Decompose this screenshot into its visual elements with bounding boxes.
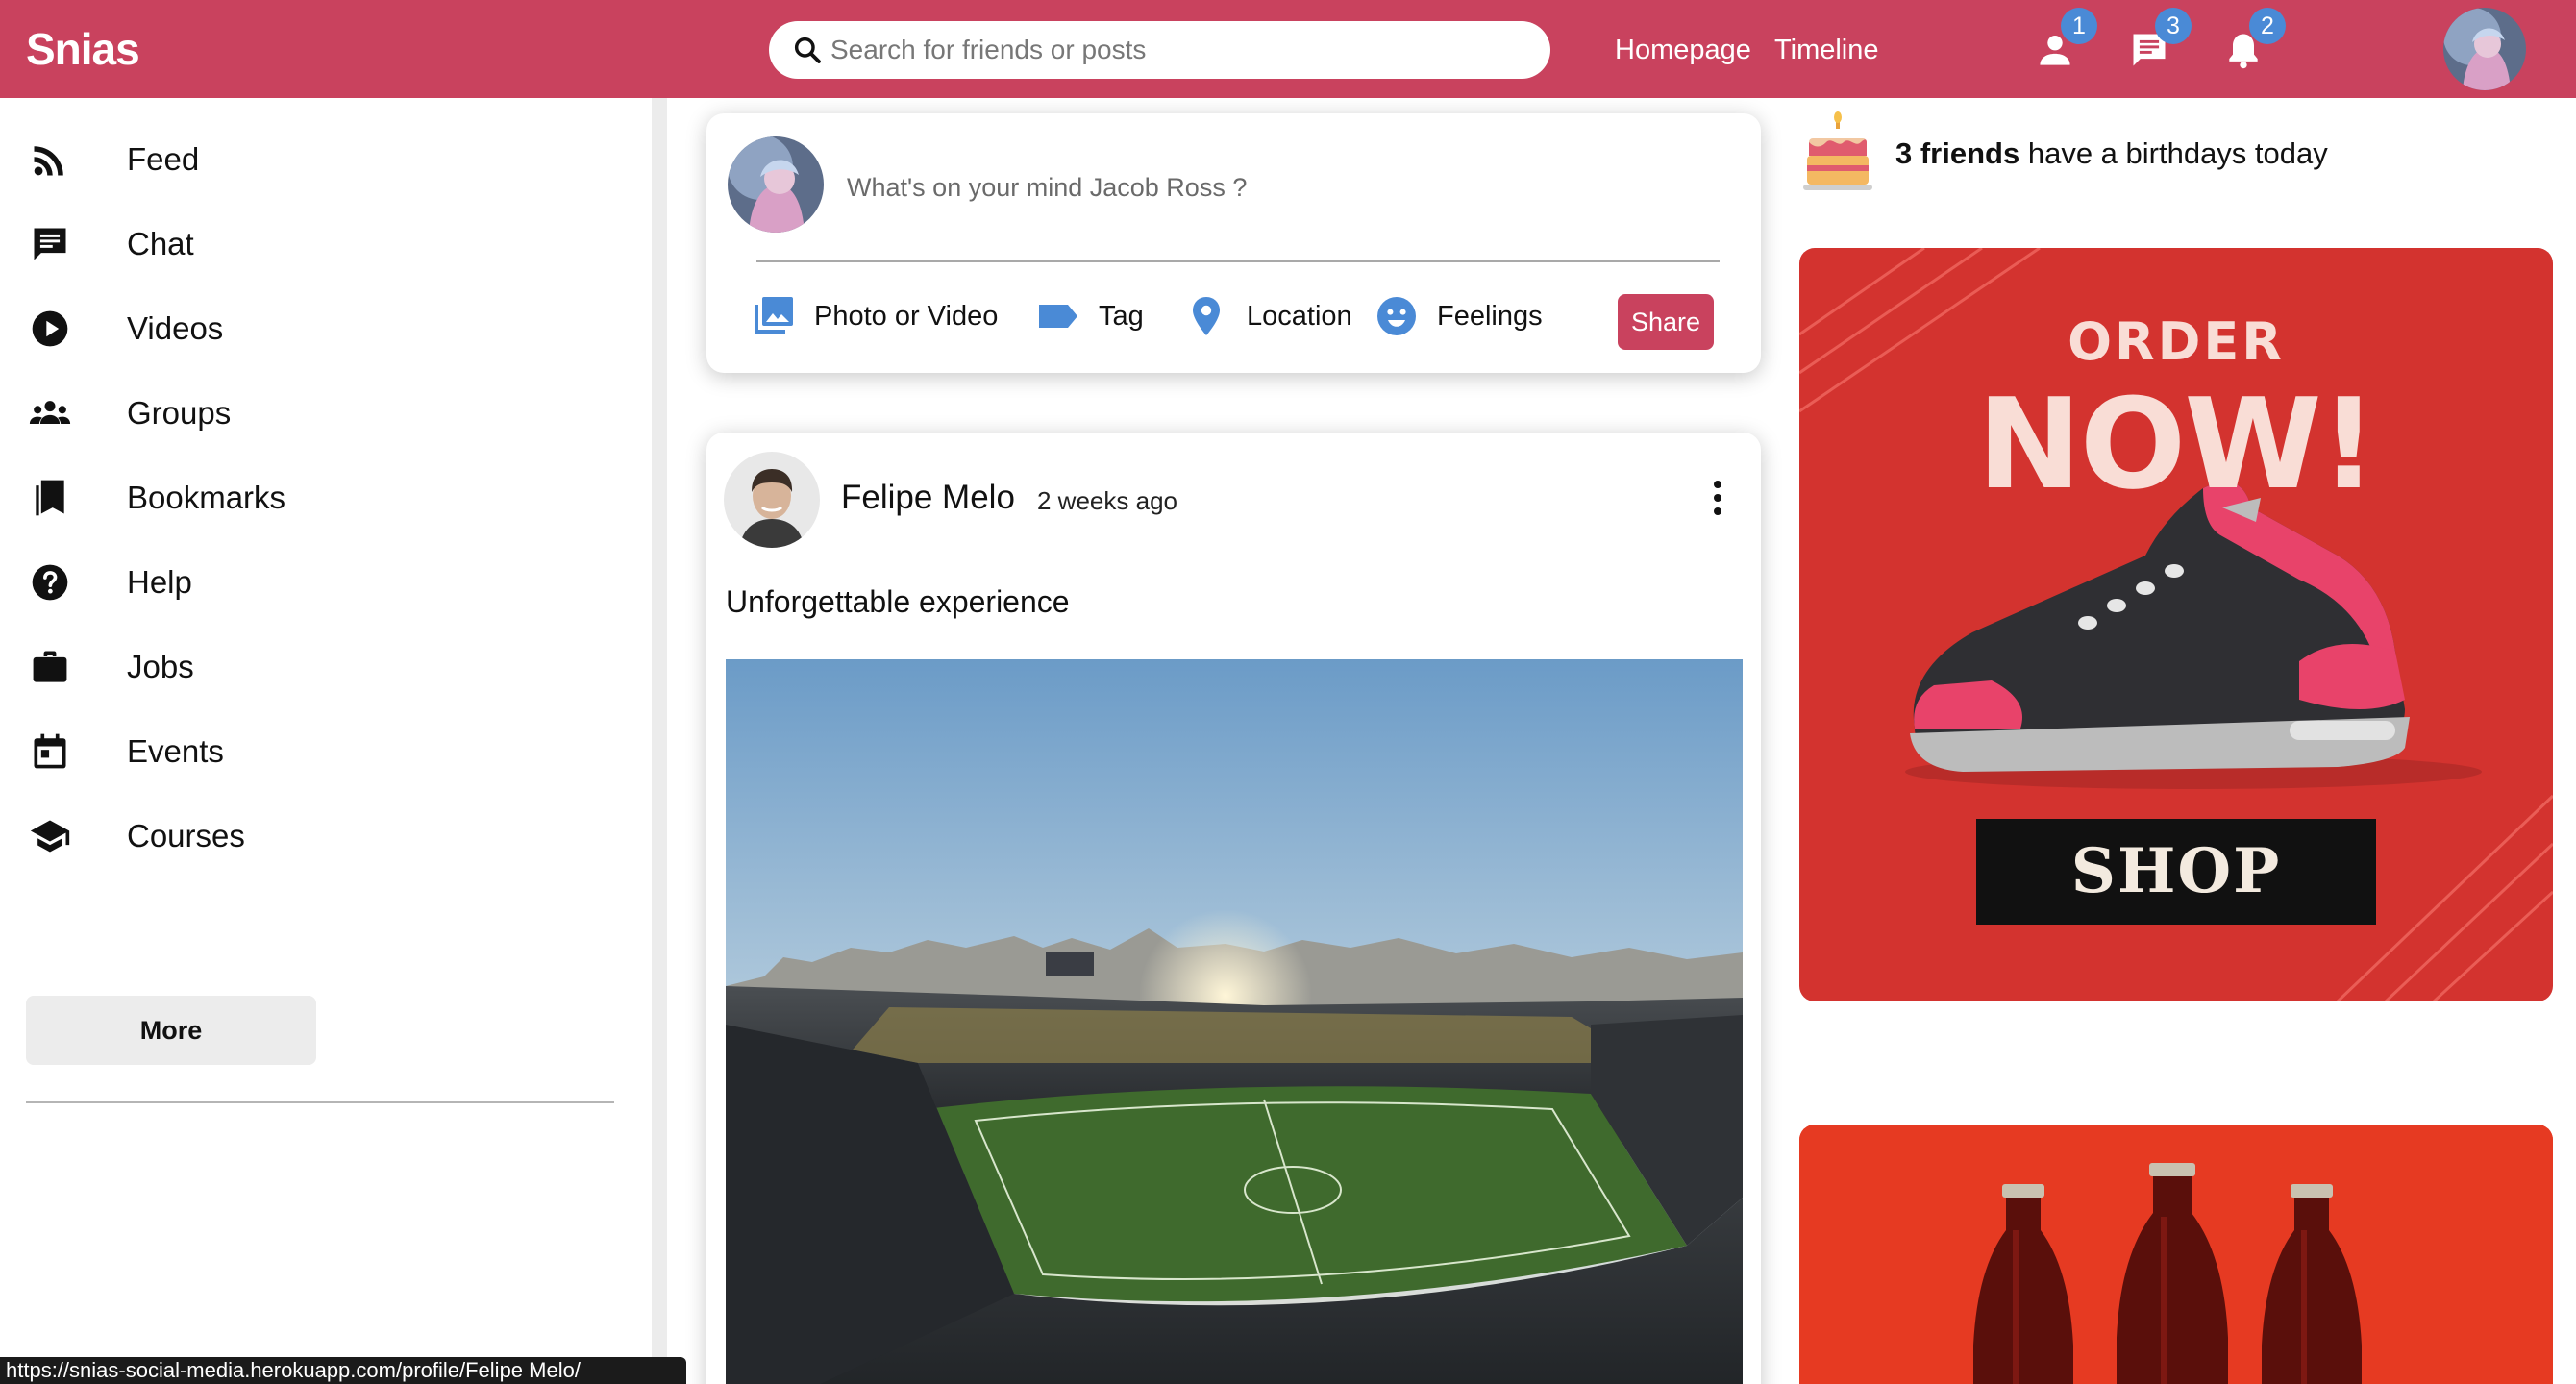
messages-button[interactable]: 3 — [2128, 8, 2192, 71]
composer-input[interactable] — [847, 163, 1712, 211]
tag-option[interactable]: Tag — [1035, 292, 1144, 340]
photo-video-option[interactable]: Photo or Video — [751, 292, 998, 340]
photo-library-icon — [751, 293, 797, 339]
sidebar-item-courses[interactable]: Courses — [27, 807, 604, 865]
soda-ad-banner[interactable] — [1799, 1124, 2553, 1384]
friend-requests-button[interactable]: 1 — [2034, 8, 2097, 71]
tag-label: Tag — [1099, 300, 1144, 332]
post-author-avatar[interactable] — [724, 452, 820, 548]
calendar-icon — [27, 729, 73, 775]
search-input[interactable] — [830, 29, 1523, 71]
graduation-cap-icon — [27, 813, 73, 859]
more-button[interactable]: More — [26, 996, 316, 1065]
feelings-option[interactable]: Feelings — [1374, 292, 1543, 340]
tag-icon — [1035, 293, 1081, 339]
sidebar-item-chat[interactable]: Chat — [27, 215, 604, 273]
search-bar[interactable] — [769, 21, 1550, 79]
post-card: Felipe Melo 2 weeks ago Unforgettable ex… — [706, 432, 1761, 1384]
birthday-message: have a birthdays today — [2019, 136, 2328, 170]
sidebar-item-jobs[interactable]: Jobs — [27, 638, 604, 696]
friend-requests-badge: 1 — [2061, 8, 2097, 44]
sidebar-item-bookmarks[interactable]: Bookmarks — [27, 469, 604, 527]
sidebar-item-label: Feed — [127, 141, 200, 177]
photo-video-label: Photo or Video — [814, 300, 999, 332]
notifications-badge: 2 — [2249, 8, 2286, 44]
post-text: Unforgettable experience — [726, 584, 1070, 619]
sidebar-item-videos[interactable]: Videos — [27, 300, 604, 358]
shoe-ad-banner[interactable]: ORDER NOW! SHOP — [1799, 248, 2553, 1001]
sidebar-item-label: Bookmarks — [127, 480, 286, 515]
app-logo[interactable]: Snias — [26, 23, 140, 75]
smiley-icon — [1374, 293, 1420, 339]
briefcase-icon — [27, 644, 73, 690]
birthday-notice: 3 friends have a birthdays today — [1895, 136, 2328, 171]
post-timestamp: 2 weeks ago — [1037, 486, 1177, 515]
composer-avatar-image — [728, 136, 824, 233]
ad-headline-order: ORDER — [2068, 311, 2285, 372]
sidebar-item-label: Groups — [127, 395, 232, 431]
sidebar-divider — [26, 1101, 614, 1103]
rss-feed-icon — [27, 136, 73, 183]
location-pin-icon — [1183, 293, 1229, 339]
feelings-label: Feelings — [1437, 300, 1543, 332]
sidebar-item-label: Events — [127, 733, 224, 769]
top-bar: Snias Homepage Timeline 1 3 2 — [0, 0, 2576, 98]
post-author-avatar-image — [724, 452, 820, 548]
user-avatar-image — [2443, 8, 2526, 90]
more-options-icon[interactable] — [1708, 477, 1727, 519]
sidebar-item-label: Help — [127, 564, 192, 600]
sidebar-item-feed[interactable]: Feed — [27, 131, 604, 188]
timeline-link[interactable]: Timeline — [1774, 35, 1879, 66]
sidebar-scrollbar[interactable] — [652, 98, 667, 1384]
post-author-name[interactable]: Felipe Melo — [841, 479, 1015, 517]
location-option[interactable]: Location — [1183, 292, 1352, 340]
play-circle-icon — [27, 306, 73, 352]
composer-divider — [756, 260, 1720, 262]
birthday-cake-icon — [1803, 111, 1872, 190]
user-avatar[interactable] — [2443, 8, 2526, 90]
sidebar-item-events[interactable]: Events — [27, 723, 604, 780]
sidebar-item-help[interactable]: Help — [27, 554, 604, 611]
chat-icon — [27, 221, 73, 267]
help-icon — [27, 559, 73, 606]
sidebar: Feed Chat Videos Groups Bookmarks Help J… — [0, 98, 652, 1384]
sidebar-item-groups[interactable]: Groups — [27, 384, 604, 442]
post-photo[interactable] — [726, 659, 1743, 1384]
browser-status-url: https://snias-social-media.herokuapp.com… — [0, 1357, 686, 1384]
sidebar-item-label: Jobs — [127, 649, 194, 684]
location-label: Location — [1247, 300, 1352, 332]
post-composer: Photo or Video Tag Location Feelings Sha… — [706, 113, 1761, 373]
search-icon — [794, 37, 821, 63]
messages-badge: 3 — [2155, 8, 2192, 44]
sidebar-item-label: Videos — [127, 310, 224, 346]
ad-headline-now: NOW! — [1977, 371, 2377, 517]
ad-shop-button[interactable]: SHOP — [1976, 819, 2376, 925]
stadium-image — [726, 659, 1743, 1384]
soda-bottles-image — [1799, 1124, 2553, 1384]
bookmarks-icon — [27, 475, 73, 521]
share-button[interactable]: Share — [1618, 294, 1714, 350]
sidebar-item-label: Chat — [127, 226, 194, 261]
groups-icon — [27, 390, 73, 436]
notifications-button[interactable]: 2 — [2222, 8, 2286, 71]
composer-avatar — [728, 136, 824, 233]
sidebar-item-label: Courses — [127, 818, 245, 853]
birthday-count: 3 friends — [1895, 136, 2020, 170]
homepage-link[interactable]: Homepage — [1615, 35, 1751, 66]
